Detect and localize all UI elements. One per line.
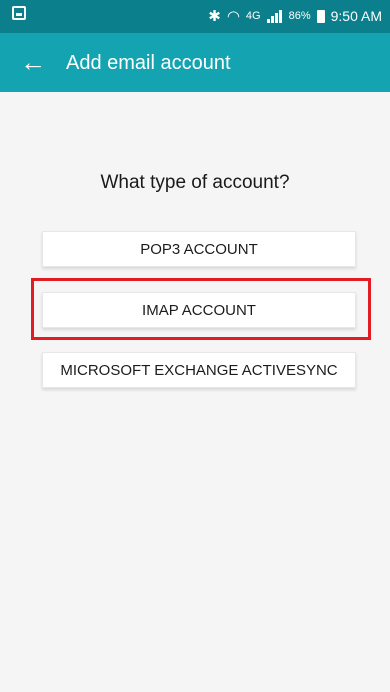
arrow-left-icon: ← xyxy=(20,47,46,77)
back-button[interactable]: ← xyxy=(20,49,50,77)
imap-account-button[interactable]: IMAP ACCOUNT xyxy=(42,292,356,328)
wifi-icon: ◠ xyxy=(226,7,240,25)
account-type-prompt: What type of account? xyxy=(100,172,290,193)
status-time: 9:50 AM xyxy=(330,8,382,24)
battery-icon xyxy=(316,9,325,23)
pop3-account-button[interactable]: POP3 ACCOUNT xyxy=(42,231,356,267)
bluetooth-icon: ✱ xyxy=(208,7,221,25)
status-icons: ✱ ◠ 4G 86% 9:50 AM xyxy=(208,6,382,26)
network-type-label: 4G xyxy=(245,10,261,22)
exchange-activesync-button[interactable]: MICROSOFT EXCHANGE ACTIVESYNC xyxy=(42,352,356,388)
app-header: ← Add email account xyxy=(0,33,390,92)
battery-percent: 86% xyxy=(288,10,311,22)
header-title: Add email account xyxy=(66,52,231,74)
notification-icon xyxy=(12,6,26,20)
signal-icon xyxy=(266,9,283,23)
status-bar: ✱ ◠ 4G 86% 9:50 AM xyxy=(0,0,390,33)
